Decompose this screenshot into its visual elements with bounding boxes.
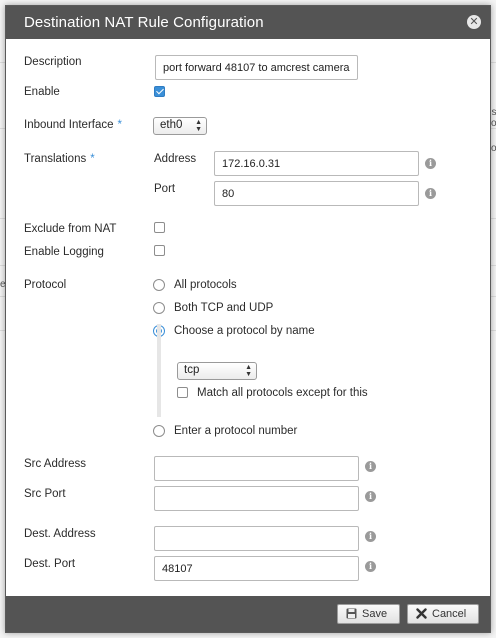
nat-rule-dialog: Destination NAT Rule Configuration ✕ Des… [5,5,491,633]
protocol-all-radio[interactable] [153,279,165,291]
match-except-label: Match all protocols except for this [197,387,368,399]
src-address-input[interactable] [154,456,359,481]
info-icon[interactable]: i [425,158,436,169]
src-port-label: Src Port [24,488,66,500]
cancel-button-label: Cancel [432,608,467,620]
enable-checkbox[interactable] [154,86,165,97]
save-button[interactable]: Save [337,604,400,624]
required-mark: * [90,153,95,165]
translation-address-label: Address [154,153,197,165]
protocol-by-name-label: Choose a protocol by name [174,325,315,337]
indent-bar [157,324,161,417]
info-icon[interactable]: i [365,561,376,572]
close-icon[interactable]: ✕ [467,15,481,29]
inbound-interface-label-text: Inbound Interface [24,119,114,131]
protocol-all-label: All protocols [174,279,237,291]
info-icon[interactable]: i [365,531,376,542]
dialog-body: Description Enable Inbound Interface* et… [8,39,488,596]
translation-address-input[interactable] [214,151,419,176]
src-address-label: Src Address [24,458,86,470]
protocol-name-select[interactable]: tcp ▲ ▼ [177,362,257,380]
dest-port-label: Dest. Port [24,558,76,570]
protocol-name-value: tcp [184,364,200,376]
inbound-interface-value: eth0 [160,119,183,131]
dest-port-input[interactable] [154,556,359,581]
info-icon[interactable]: i [365,491,376,502]
enable-logging-label: Enable Logging [24,246,104,258]
protocol-label: Protocol [24,279,67,291]
match-except-checkbox[interactable] [177,387,188,398]
info-icon[interactable]: i [425,188,436,199]
inbound-interface-select[interactable]: eth0 ▲ ▼ [153,117,207,135]
dest-address-label: Dest. Address [24,528,96,540]
translations-label-text: Translations [24,153,87,165]
dialog-header: Destination NAT Rule Configuration ✕ [6,6,490,39]
dialog-title: Destination NAT Rule Configuration [24,14,264,31]
cancel-button[interactable]: Cancel [407,604,479,624]
select-arrows-icon: ▲ ▼ [245,364,252,378]
exclude-from-nat-checkbox[interactable] [154,222,165,233]
close-icon [416,608,427,619]
translation-port-label: Port [154,183,176,195]
protocol-number-label: Enter a protocol number [174,425,298,437]
protocol-tcp-udp-radio[interactable] [153,302,165,314]
enable-label: Enable [24,86,60,98]
exclude-from-nat-label: Exclude from NAT [24,223,117,235]
src-port-input[interactable] [154,486,359,511]
enable-logging-checkbox[interactable] [154,245,165,256]
protocol-number-radio[interactable] [153,425,165,437]
info-icon[interactable]: i [365,461,376,472]
inbound-interface-label: Inbound Interface * [24,119,122,131]
description-input[interactable] [155,55,358,80]
save-icon [346,608,357,619]
protocol-tcp-udp-label: Both TCP and UDP [174,302,274,314]
translations-label: Translations * [24,153,95,165]
select-arrows-icon: ▲ ▼ [195,119,202,133]
description-label: Description [24,56,82,68]
translation-port-input[interactable] [214,181,419,206]
required-mark: * [117,119,122,131]
dest-address-input[interactable] [154,526,359,551]
save-button-label: Save [362,608,388,620]
dialog-footer: Save Cancel [6,596,490,632]
